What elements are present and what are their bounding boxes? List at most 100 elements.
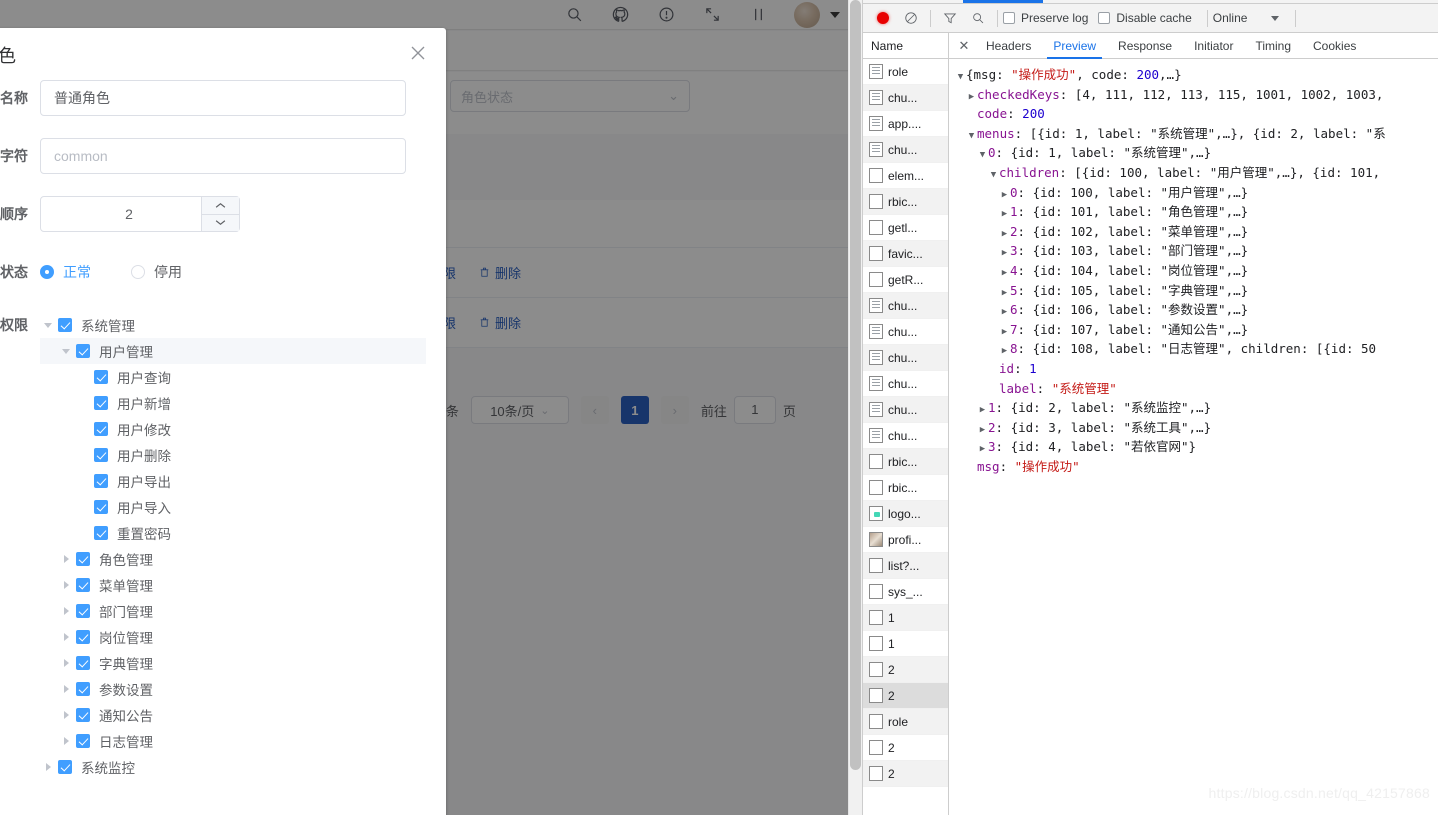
tree-node[interactable]: 重置密码 bbox=[40, 520, 426, 546]
checkbox-checked-icon[interactable] bbox=[76, 604, 90, 618]
page-scrollbar-thumb[interactable] bbox=[850, 0, 861, 770]
tree-node[interactable]: 用户新增 bbox=[40, 390, 426, 416]
chevron-right-icon[interactable] bbox=[58, 603, 74, 619]
tree-node[interactable]: 用户导入 bbox=[40, 494, 426, 520]
checkbox-checked-icon[interactable] bbox=[76, 682, 90, 696]
preserve-log-checkbox[interactable]: Preserve log bbox=[1003, 11, 1088, 25]
stepper-increment-button[interactable] bbox=[202, 197, 239, 215]
filter-icon[interactable] bbox=[936, 5, 964, 31]
chevron-right-icon[interactable] bbox=[58, 551, 74, 567]
tab-cookies[interactable]: Cookies bbox=[1302, 33, 1367, 59]
tree-node[interactable]: 部门管理 bbox=[40, 598, 426, 624]
checkbox-checked-icon[interactable] bbox=[76, 734, 90, 748]
request-row[interactable]: chu... bbox=[863, 293, 948, 319]
request-row[interactable]: rbic... bbox=[863, 449, 948, 475]
json-line[interactable]: ▶▶▶▶▶7: {id: 107, label: "通知公告",…} bbox=[955, 320, 1438, 340]
chevron-down-icon[interactable] bbox=[40, 317, 56, 333]
preview-json-tree[interactable]: ▼{msg: "操作成功", code: 200,…}▶▶checkedKeys… bbox=[949, 59, 1438, 476]
json-line[interactable]: ▶▶▶▶id: 1 bbox=[955, 359, 1438, 379]
request-row[interactable]: 1 bbox=[863, 631, 948, 657]
close-icon[interactable] bbox=[410, 45, 428, 63]
checkbox-checked-icon[interactable] bbox=[94, 370, 108, 384]
tree-node[interactable]: 用户修改 bbox=[40, 416, 426, 442]
perm-key-input[interactable]: common bbox=[40, 138, 406, 174]
request-row[interactable]: 2 bbox=[863, 761, 948, 787]
request-row[interactable]: list?... bbox=[863, 553, 948, 579]
throttling-select[interactable]: Online bbox=[1213, 11, 1280, 25]
request-row[interactable]: sys_... bbox=[863, 579, 948, 605]
request-row[interactable]: logo... bbox=[863, 501, 948, 527]
tree-node[interactable]: 系统管理 bbox=[40, 312, 426, 338]
chevron-right-icon[interactable] bbox=[58, 681, 74, 697]
request-row[interactable]: elem... bbox=[863, 163, 948, 189]
checkbox-checked-icon[interactable] bbox=[58, 760, 72, 774]
checkbox-checked-icon[interactable] bbox=[58, 318, 72, 332]
json-line[interactable]: ▶▶▶▶▶0: {id: 100, label: "用户管理",…} bbox=[955, 183, 1438, 203]
json-line[interactable]: ▶▶code: 200 bbox=[955, 104, 1438, 124]
tree-node[interactable]: 通知公告 bbox=[40, 702, 426, 728]
json-line[interactable]: ▶▶▶▶▶5: {id: 105, label: "字典管理",…} bbox=[955, 281, 1438, 301]
tree-node[interactable]: 菜单管理 bbox=[40, 572, 426, 598]
request-row[interactable]: chu... bbox=[863, 423, 948, 449]
request-row[interactable]: chu... bbox=[863, 137, 948, 163]
tree-node[interactable]: 字典管理 bbox=[40, 650, 426, 676]
role-order-stepper[interactable]: 2 bbox=[40, 196, 240, 232]
tree-node[interactable]: 角色管理 bbox=[40, 546, 426, 572]
checkbox-checked-icon[interactable] bbox=[76, 344, 90, 358]
tree-node[interactable]: 岗位管理 bbox=[40, 624, 426, 650]
checkbox-checked-icon[interactable] bbox=[94, 396, 108, 410]
clear-icon[interactable] bbox=[897, 5, 925, 31]
checkbox-checked-icon[interactable] bbox=[76, 578, 90, 592]
request-row[interactable]: role bbox=[863, 709, 948, 735]
request-row[interactable]: chu... bbox=[863, 397, 948, 423]
tree-node[interactable]: 用户导出 bbox=[40, 468, 426, 494]
role-name-input[interactable]: 普通角色 bbox=[40, 80, 406, 116]
checkbox-checked-icon[interactable] bbox=[76, 552, 90, 566]
request-row[interactable]: chu... bbox=[863, 85, 948, 111]
checkbox-checked-icon[interactable] bbox=[76, 656, 90, 670]
json-line[interactable]: ▶▶▶▶▶6: {id: 106, label: "参数设置",…} bbox=[955, 300, 1438, 320]
request-row[interactable]: chu... bbox=[863, 319, 948, 345]
json-line[interactable]: ▶▶checkedKeys: [4, 111, 112, 113, 115, 1… bbox=[955, 85, 1438, 105]
json-line[interactable]: ▶▼menus: [{id: 1, label: "系统管理",…}, {id:… bbox=[955, 124, 1438, 144]
json-line[interactable]: ▶▶msg: "操作成功" bbox=[955, 457, 1438, 477]
close-icon[interactable]: ✕ bbox=[953, 35, 975, 57]
request-row[interactable]: profi... bbox=[863, 527, 948, 553]
chevron-right-icon[interactable] bbox=[58, 707, 74, 723]
json-line[interactable]: ▶▶▶▶▶3: {id: 103, label: "部门管理",…} bbox=[955, 241, 1438, 261]
chevron-right-icon[interactable] bbox=[58, 629, 74, 645]
tab-response[interactable]: Response bbox=[1107, 33, 1183, 59]
tab-timing[interactable]: Timing bbox=[1244, 33, 1302, 59]
json-line[interactable]: ▶▶▶1: {id: 2, label: "系统监控",…} bbox=[955, 398, 1438, 418]
json-line[interactable]: ▶▶▶▶▶2: {id: 102, label: "菜单管理",…} bbox=[955, 222, 1438, 242]
request-list[interactable]: role chu... app.... chu... elem... rbic... get… bbox=[863, 59, 948, 787]
json-line[interactable]: ▶▶▶▶label: "系统管理" bbox=[955, 379, 1438, 399]
json-line[interactable]: ▶▶▼0: {id: 1, label: "系统管理",…} bbox=[955, 143, 1438, 163]
checkbox-checked-icon[interactable] bbox=[94, 474, 108, 488]
tree-node[interactable]: 用户管理 bbox=[40, 338, 426, 364]
checkbox-checked-icon[interactable] bbox=[94, 500, 108, 514]
status-radio-normal[interactable]: 正常 bbox=[40, 262, 91, 282]
checkbox-checked-icon[interactable] bbox=[94, 526, 108, 540]
disable-cache-checkbox[interactable]: Disable cache bbox=[1098, 11, 1192, 25]
request-row[interactable]: getl... bbox=[863, 215, 948, 241]
checkbox-checked-icon[interactable] bbox=[94, 422, 108, 436]
tree-node[interactable]: 用户查询 bbox=[40, 364, 426, 390]
json-line[interactable]: ▶▶▶2: {id: 3, label: "系统工具",…} bbox=[955, 418, 1438, 438]
request-row[interactable]: 2 bbox=[863, 735, 948, 761]
request-row[interactable]: 2 bbox=[863, 683, 948, 709]
chevron-right-icon[interactable] bbox=[58, 655, 74, 671]
chevron-right-icon[interactable] bbox=[58, 733, 74, 749]
chevron-down-icon[interactable] bbox=[58, 343, 74, 359]
menu-permission-tree[interactable]: 系统管理 用户管理 用户查询 用户新增 用户修改 用户删除 用户导出 用户导入 重置密码 角色管理… bbox=[40, 312, 426, 780]
page-scrollbar[interactable] bbox=[848, 0, 862, 815]
json-line[interactable]: ▶▶▶▼children: [{id: 100, label: "用户管理",…… bbox=[955, 163, 1438, 183]
record-icon[interactable] bbox=[869, 5, 897, 31]
checkbox-checked-icon[interactable] bbox=[94, 448, 108, 462]
stepper-decrement-button[interactable] bbox=[202, 214, 239, 231]
json-line[interactable]: ▶▶▶▶▶1: {id: 101, label: "角色管理",…} bbox=[955, 202, 1438, 222]
status-radio-disabled[interactable]: 停用 bbox=[131, 262, 182, 282]
json-line[interactable]: ▼ {msg: "操作成功", code: 200,…} bbox=[955, 65, 1438, 85]
tree-node[interactable]: 系统监控 bbox=[40, 754, 426, 780]
request-row[interactable]: chu... bbox=[863, 371, 948, 397]
